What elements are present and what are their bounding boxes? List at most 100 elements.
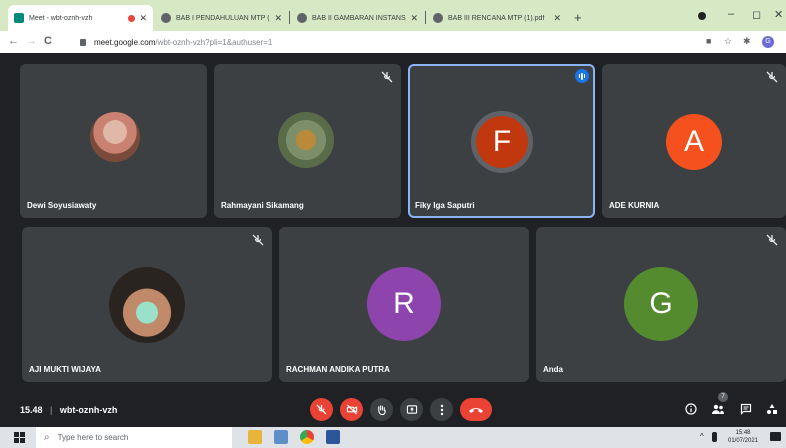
raise-hand-button[interactable] xyxy=(370,398,393,421)
camera-toggle-button[interactable] xyxy=(340,398,363,421)
info-icon xyxy=(685,403,697,415)
meeting-control-bar: 15.48 | wbt-oznh-vzh xyxy=(0,394,786,427)
meeting-code: wbt-oznh-vzh xyxy=(59,405,118,415)
globe-icon xyxy=(433,13,443,23)
extensions-icon[interactable]: ✱ xyxy=(743,36,751,47)
profile-dot-icon[interactable] xyxy=(698,12,706,20)
back-button[interactable]: ← xyxy=(8,35,19,47)
avatar-initial: A xyxy=(683,125,704,158)
tab-title: BAB II GAMBARAN INSTANSI MT xyxy=(312,14,407,22)
minimize-button[interactable]: – xyxy=(728,8,734,20)
microphone-toggle-button[interactable] xyxy=(310,398,333,421)
meeting-time: 15.48 xyxy=(20,405,43,415)
tab-divider xyxy=(425,11,426,24)
close-window-button[interactable]: ✕ xyxy=(774,8,783,21)
participant-name: Dewi Soyusiawaty xyxy=(27,201,97,210)
close-tab-icon[interactable]: ✕ xyxy=(274,13,282,24)
participant-avatar: A xyxy=(666,114,722,170)
participant-name: AJI MUKTI WIJAYA xyxy=(29,365,101,374)
participant-tile[interactable]: Dewi Soyusiawaty xyxy=(20,64,207,218)
avatar-initial: G xyxy=(649,287,673,320)
participant-tile-self[interactable]: G Anda xyxy=(536,227,786,382)
hand-icon xyxy=(378,404,386,415)
bookmark-star-icon[interactable]: ☆ xyxy=(724,36,732,47)
mic-off-icon xyxy=(316,404,327,415)
mic-off-icon xyxy=(381,71,393,83)
participant-photo xyxy=(90,112,140,162)
clock-date: 01/07/2021 xyxy=(728,438,759,444)
participant-tile[interactable]: AJI MUKTI WIJAYA xyxy=(22,227,272,382)
taskbar-search-box[interactable]: ⌕ Type here to search xyxy=(36,427,232,448)
tab-bab-1[interactable]: BAB I PENDAHULUAN MTP (1).p ✕ xyxy=(155,5,288,31)
participant-avatar: G xyxy=(624,267,698,341)
search-icon: ⌕ xyxy=(44,432,50,443)
show-hidden-icons-icon[interactable]: ^ xyxy=(700,432,704,441)
browser-tab-strip: Meet - wbt-oznh-vzh ✕ BAB I PENDAHULUAN … xyxy=(0,0,786,31)
tab-meet[interactable]: Meet - wbt-oznh-vzh ✕ xyxy=(8,5,153,31)
mic-off-icon xyxy=(766,234,778,246)
address-toolbar: ← → C meet.google.com /wbt-oznh-vzh?pli=… xyxy=(0,31,786,53)
more-options-button[interactable] xyxy=(430,398,453,421)
participant-tile[interactable]: A ADE KURNIA xyxy=(602,64,786,218)
reload-button[interactable]: C xyxy=(44,35,52,47)
more-vertical-icon xyxy=(440,404,443,415)
windows-start-icon[interactable] xyxy=(14,432,25,443)
word-icon[interactable] xyxy=(326,430,340,444)
participant-photo xyxy=(109,267,185,343)
avatar-initial: R xyxy=(393,287,415,320)
participant-name: RACHMAN ANDIKA PUTRA xyxy=(286,365,390,374)
meet-favicon-icon xyxy=(14,13,24,23)
globe-icon xyxy=(161,13,171,23)
tab-title: Meet - wbt-oznh-vzh xyxy=(29,14,93,22)
present-screen-button[interactable] xyxy=(400,398,423,421)
participant-count-badge: 7 xyxy=(718,392,728,402)
participant-tile[interactable]: Rahmayani Sikamang xyxy=(214,64,401,218)
microphone-tray-icon[interactable] xyxy=(712,432,717,442)
profile-avatar[interactable]: G xyxy=(762,36,774,48)
participant-tile[interactable]: R RACHMAN ANDIKA PUTRA xyxy=(279,227,529,382)
camera-in-use-icon[interactable]: ■ xyxy=(706,36,711,46)
present-icon xyxy=(406,405,417,414)
taskbar-app-icon[interactable] xyxy=(274,430,288,444)
people-button[interactable] xyxy=(710,401,726,417)
participant-avatar: R xyxy=(367,267,441,341)
mic-off-icon xyxy=(766,71,778,83)
chat-icon xyxy=(740,403,752,415)
meeting-info-separator: | xyxy=(50,405,53,415)
shapes-icon xyxy=(767,404,777,414)
notifications-icon[interactable] xyxy=(770,432,781,441)
address-field[interactable]: meet.google.com /wbt-oznh-vzh?pli=1&auth… xyxy=(70,34,712,50)
lock-icon xyxy=(80,38,86,46)
clock-time: 15:48 xyxy=(735,430,751,436)
forward-button[interactable]: → xyxy=(26,35,37,47)
tab-title: BAB I PENDAHULUAN MTP (1).p xyxy=(176,14,270,22)
close-tab-icon[interactable]: ✕ xyxy=(553,13,561,24)
speaking-indicator-icon xyxy=(575,69,589,83)
hang-up-icon xyxy=(469,407,483,413)
close-tab-icon[interactable]: ✕ xyxy=(410,13,418,24)
participant-tile-active-speaker[interactable]: F Fiky Iga Saputri xyxy=(408,64,595,218)
tab-divider xyxy=(289,11,290,24)
maximize-button[interactable]: ◻ xyxy=(752,8,761,21)
people-icon xyxy=(712,404,724,414)
globe-icon xyxy=(297,13,307,23)
mic-off-icon xyxy=(252,234,264,246)
chrome-icon[interactable] xyxy=(300,430,314,444)
participant-avatar: F xyxy=(471,111,533,173)
taskbar-clock[interactable]: 15:48 01/07/2021 xyxy=(728,429,758,445)
meeting-details-button[interactable] xyxy=(683,401,699,417)
avatar-initial: F xyxy=(492,125,512,158)
file-explorer-icon[interactable] xyxy=(248,430,262,444)
participant-name: Fiky Iga Saputri xyxy=(415,201,475,210)
camera-off-icon xyxy=(346,404,357,415)
activities-button[interactable] xyxy=(764,401,780,417)
url-path: /wbt-oznh-vzh?pli=1&authuser=1 xyxy=(155,37,273,47)
windows-taskbar: ⌕ Type here to search ^ 15:48 01/07/2021 xyxy=(0,427,786,448)
new-tab-button[interactable]: + xyxy=(574,10,582,25)
close-tab-icon[interactable]: ✕ xyxy=(139,13,147,24)
chat-button[interactable] xyxy=(738,401,754,417)
url-host: meet.google.com xyxy=(94,37,156,47)
tab-bab-3[interactable]: BAB III RENCANA MTP (1).pdf ✕ xyxy=(427,5,567,31)
tab-bab-2[interactable]: BAB II GAMBARAN INSTANSI MT ✕ xyxy=(291,5,424,31)
leave-call-button[interactable] xyxy=(460,398,492,421)
